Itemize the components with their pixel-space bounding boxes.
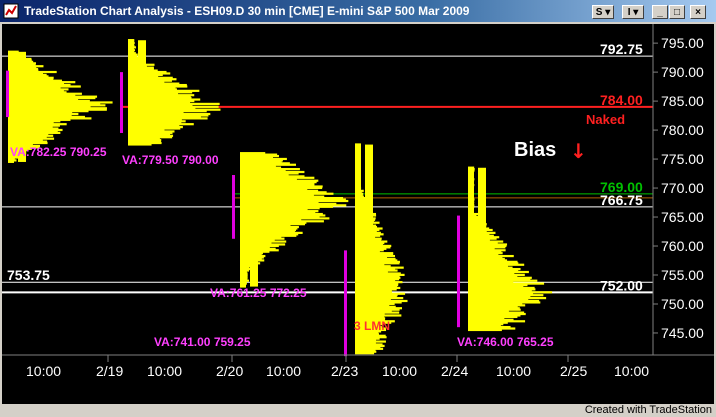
time-axis-label: 10:00 [147,363,182,379]
tpo-opening-column [478,167,486,331]
price-tick-label: 770.00 [661,180,704,196]
created-with-credit: Created with TradeStation [584,404,712,416]
tpo-profile-2-20 [240,152,349,288]
time-axis-label: 2/20 [216,363,243,379]
value-area-bar [120,72,123,133]
chart-area[interactable]: 792.75 784.00 769.00 766.75 753.75 752.00 VA:7… [2,24,714,404]
time-axis-label: 10:00 [26,363,61,379]
price-level-label: 784.00 [600,92,643,108]
time-axis-label: 2/23 [331,363,358,379]
time-axis-label: 10:00 [496,363,531,379]
window-title: TradeStation Chart Analysis - ESH09.D 30… [24,4,470,18]
value-area-label: VA:761.25 772.25 [210,286,307,300]
value-area-label: VA:779.50 790.00 [122,153,219,167]
price-tick-label: 795.00 [661,35,704,51]
price-tick-label: 755.00 [661,267,704,283]
price-level-label: 792.75 [600,41,643,57]
price-level-label: 766.75 [600,192,643,208]
maximize-button[interactable]: □ [669,5,685,19]
tpo-row [468,166,475,169]
tpo-opening-column [138,40,146,145]
value-area-bar [344,250,347,357]
time-axis-label: 10:00 [614,363,649,379]
value-area-bar [6,70,9,118]
market-profile-chart[interactable]: 792.75784.00769.00766.75753.75752.00VA:7… [2,24,714,404]
value-area-label: VA:746.00 765.25 [457,335,554,349]
bias-down-arrow-icon: ↓ [570,139,587,163]
naked-level-note: Naked [586,112,625,127]
price-tick-label: 790.00 [661,64,704,80]
price-level-label: 753.75 [7,267,50,283]
price-tick-label: 745.00 [661,325,704,341]
tpo-profile-2-24 [468,166,553,332]
price-level-label: 752.00 [600,277,643,293]
value-area-bar [457,215,460,328]
tpo-row [128,39,135,42]
price-tick-label: 775.00 [661,151,704,167]
tpo-period-letters: 3 LMN [354,319,390,333]
value-area-bar [232,175,235,239]
minimize-button[interactable]: _ [652,5,668,19]
close-button[interactable]: × [690,5,706,19]
tpo-profile-2-19 [128,39,221,146]
s-menu-button[interactable]: S ▾ [592,5,614,19]
tpo-opening-column [250,153,258,287]
price-tick-label: 760.00 [661,238,704,254]
price-tick-label: 785.00 [661,93,704,109]
tpo-row [8,50,19,53]
value-area-label: VA:782.25 790.25 [10,145,107,159]
window-titlebar: TradeStation Chart Analysis - ESH09.D 30… [0,0,716,22]
time-axis-label: 2/25 [560,363,587,379]
tradestation-app-icon [3,3,19,19]
price-tick-label: 765.00 [661,209,704,225]
bias-label: Bias [514,139,556,161]
price-tick-label: 780.00 [661,122,704,138]
time-axis-label: 2/19 [96,363,123,379]
time-axis-label: 2/24 [441,363,468,379]
i-menu-button[interactable]: I ▾ [622,5,644,19]
tpo-row [355,143,361,146]
time-axis-label: 10:00 [266,363,301,379]
value-area-label: VA:741.00 759.25 [154,335,251,349]
time-axis-label: 10:00 [382,363,417,379]
price-tick-label: 750.00 [661,296,704,312]
